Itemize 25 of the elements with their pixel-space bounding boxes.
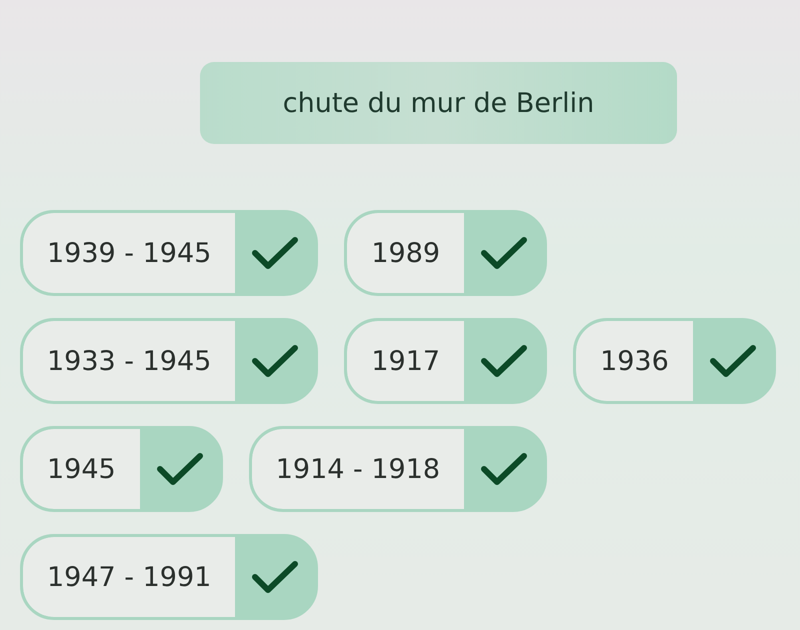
prompt-card: chute du mur de Berlin xyxy=(200,62,677,144)
answer-text: 1939 - 1945 xyxy=(23,213,236,293)
answer-text: 1917 xyxy=(347,321,464,401)
check-icon xyxy=(156,453,203,485)
answer-text: 1933 - 1945 xyxy=(23,321,236,401)
answer-chip[interactable]: 1939 - 1945 xyxy=(20,210,318,296)
answer-text: 1947 - 1991 xyxy=(23,537,236,617)
check-icon xyxy=(252,561,298,593)
check-icon xyxy=(481,237,528,269)
answer-chip[interactable]: 1947 - 1991 xyxy=(20,534,318,620)
check-icon xyxy=(252,237,298,269)
check-icon xyxy=(252,345,298,377)
check-icon xyxy=(481,453,528,485)
answer-chip[interactable]: 1936 xyxy=(573,318,776,404)
answer-chip[interactable]: 1933 - 1945 xyxy=(20,318,318,404)
answer-text: 1945 xyxy=(23,429,140,509)
check-icon xyxy=(481,345,528,377)
answer-chip[interactable]: 1917 xyxy=(344,318,548,404)
answer-chip[interactable]: 1914 - 1918 xyxy=(248,426,548,512)
answer-text: 1914 - 1918 xyxy=(252,429,464,509)
answer-chip[interactable]: 1945 xyxy=(20,426,223,512)
check-icon xyxy=(710,345,756,377)
answer-text: 1936 xyxy=(576,321,693,401)
answer-text: 1989 xyxy=(347,213,464,293)
answer-chip[interactable]: 1989 xyxy=(344,210,548,296)
